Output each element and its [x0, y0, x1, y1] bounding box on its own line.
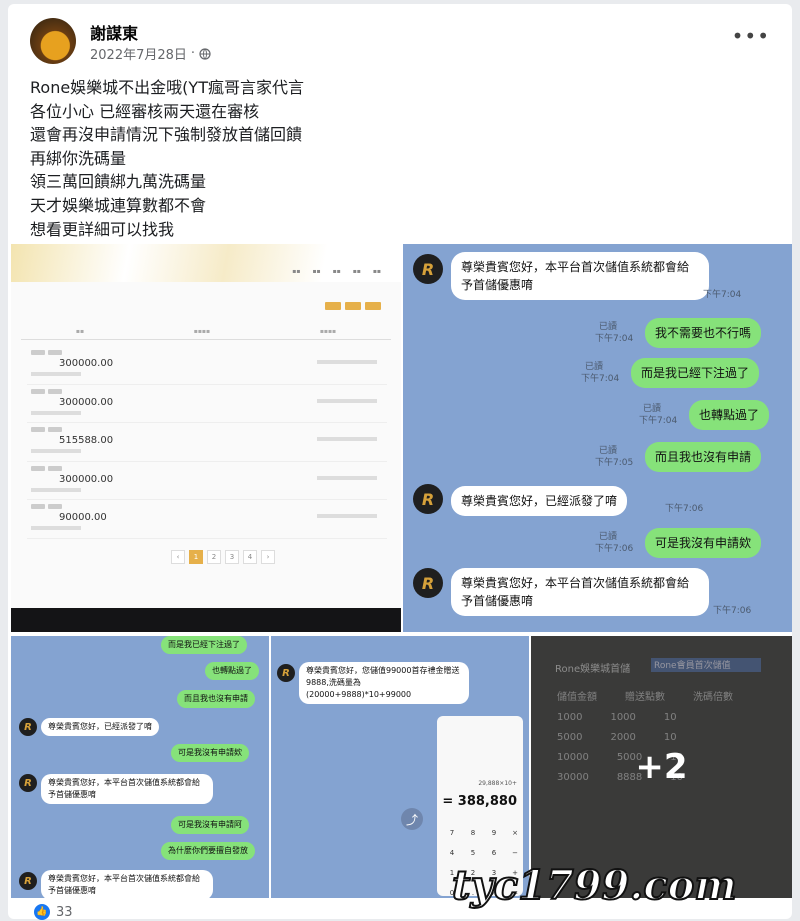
calc-key: − — [512, 849, 518, 857]
chat-time: 下午7:05 — [595, 458, 634, 468]
reaction-count: 33 — [56, 904, 73, 920]
chat-time: 下午7:04 — [595, 334, 634, 344]
table-row: 515588.00 — [27, 423, 387, 462]
records-table: 300000.00 300000.00 515588.00 300000.00 … — [27, 346, 387, 539]
chat-time: 下午7:06 — [665, 504, 704, 514]
post-meta: 2022年7月28日 · — [90, 44, 211, 63]
record-amount: 300000.00 — [59, 473, 114, 485]
chat-read: 已讀 — [599, 322, 618, 332]
calc-key: 4 — [449, 849, 455, 857]
page-2[interactable]: 2 — [207, 550, 221, 564]
bot-avatar: R — [277, 664, 295, 682]
calc-key: 9 — [491, 829, 497, 837]
record-amount: 515588.00 — [59, 435, 114, 446]
bot-avatar: R — [19, 872, 37, 890]
photo-promo-table[interactable]: Rone娛樂城首儲 Rone會員首次儲值 儲值金額 贈送點數 洗碼倍數 1000 10… — [531, 636, 792, 898]
table-row: 90000.00 — [27, 500, 387, 539]
photo-calculation[interactable]: R 尊榮貴賓您好，您儲值99000首存禮金贈送9888,洗碼量為(20000+9… — [271, 636, 529, 898]
photo-chat-2[interactable]: 而是我已經下注過了 也轉點過了 而且我也沒有申請 R 尊榮貴賓您好，已經派發了唷… — [11, 636, 269, 898]
post-text: Rone娛樂城不出金哦(YT瘋哥言家代言 各位小心 已經審核兩天還在審核 還會再… — [30, 78, 304, 239]
page-4[interactable]: 4 — [243, 550, 257, 564]
chat-time: 下午7:04 — [703, 290, 742, 300]
chat-time: 下午7:06 — [595, 544, 634, 554]
chat-time: 下午7:06 — [713, 606, 752, 616]
site-banner — [11, 244, 401, 282]
record-amount: 300000.00 — [59, 396, 114, 408]
page-next[interactable]: › — [261, 550, 275, 564]
chat-bubble-me: 可是我沒有申請欸 — [171, 744, 249, 762]
author-name[interactable]: 謝謀東 — [90, 20, 138, 44]
pagination: ‹ 1 2 3 4 › — [171, 550, 275, 564]
chat-bubble-bot: 尊榮貴賓您好，本平台首次儲值系統都會給予首儲優惠唷 — [41, 774, 213, 804]
chat-read: 已讀 — [585, 362, 604, 372]
chat-bubble-me: 而且我也沒有申請 — [177, 690, 255, 708]
page-prev[interactable]: ‹ — [171, 550, 185, 564]
reaction-summary[interactable]: 👍 33 — [34, 904, 73, 920]
table-row: 300000.00 — [27, 346, 387, 385]
share-icon[interactable]: ⤴ — [401, 808, 423, 830]
watermark-logo: tyc1799.com — [451, 861, 738, 910]
chat-read: 已讀 — [599, 532, 618, 542]
post-date[interactable]: 2022年7月28日 — [90, 44, 187, 63]
bot-avatar: R — [19, 718, 37, 736]
calc-key: 8 — [470, 829, 476, 837]
chat-bubble-me: 也轉點過了 — [689, 400, 770, 430]
chat-bubble-bot: 尊榮貴賓您好，您儲值99000首存禮金贈送9888,洗碼量為(20000+988… — [299, 662, 469, 704]
chat-bubble-me: 而且我也沒有申請 — [645, 442, 762, 472]
chat-bubble-me: 可是我沒有申請阿 — [171, 816, 249, 834]
more-options-icon[interactable]: ••• — [732, 24, 770, 48]
site-nav: ▪▪ ▪▪ ▪▪ ▪▪ ▪▪ — [292, 268, 381, 275]
photo-chat-1[interactable]: R 尊榮貴賓您好，本平台首次儲值系統都會給予首儲優惠唷 下午7:04 已讀 下午… — [403, 244, 792, 632]
table-row: 300000.00 — [27, 385, 387, 423]
record-amount: 90000.00 — [59, 512, 107, 523]
bot-avatar: R — [413, 484, 443, 514]
chat-bubble-bot: 尊榮貴賓您好，本平台首次儲值系統都會給予首儲優惠唷 — [451, 252, 709, 300]
chat-read: 已讀 — [599, 446, 618, 456]
calc-key: 6 — [491, 849, 497, 857]
chat-bubble-bot: 尊榮貴賓您好，已經派發了唷 — [41, 718, 159, 736]
page-3[interactable]: 3 — [225, 550, 239, 564]
chat-bubble-me: 我不需要也不行嗎 — [645, 318, 762, 348]
facebook-post-card: 謝謀東 2022年7月28日 · ••• Rone娛樂城不出金哦(YT瘋哥言家代… — [8, 4, 792, 920]
calc-key: 5 — [470, 849, 476, 857]
chat-bubble-me: 可是我沒有申請欸 — [645, 528, 762, 558]
chat-bubble-bot: 尊榮貴賓您好，已經派發了唷 — [451, 486, 628, 516]
chat-bubble-me: 也轉點過了 — [205, 662, 259, 680]
calc-result: = 388,880 — [442, 794, 517, 809]
chat-time: 下午7:04 — [639, 416, 678, 426]
bot-avatar: R — [19, 774, 37, 792]
photo-bet-records[interactable]: ▪▪ ▪▪ ▪▪ ▪▪ ▪▪ ▪▪ ▪▪▪▪ ▪▪▪▪ 300000.00 300000.0… — [11, 244, 401, 632]
meta-separator: · — [190, 46, 196, 61]
bot-avatar: R — [413, 254, 443, 284]
table-row: 300000.00 — [27, 462, 387, 500]
like-icon: 👍 — [34, 904, 50, 920]
author-avatar[interactable] — [30, 18, 76, 64]
page-1[interactable]: 1 — [189, 550, 203, 564]
calc-key: × — [512, 829, 518, 837]
chat-bubble-me: 為什麼你們要擅自發放 — [161, 842, 255, 860]
globe-icon — [199, 47, 211, 60]
calc-expression: 29,888×10+ — [478, 780, 517, 787]
chat-read: 已讀 — [643, 404, 662, 414]
site-buttons — [325, 302, 381, 310]
record-amount: 300000.00 — [59, 358, 114, 369]
chat-bubble-me: 而是我已經下注過了 — [161, 636, 247, 654]
chat-time: 下午7:04 — [581, 374, 620, 384]
chat-bubble-bot: 尊榮貴賓您好，本平台首次儲值系統都會給予首儲優惠唷 — [451, 568, 709, 616]
site-footer — [11, 608, 401, 632]
table-header: ▪▪ ▪▪▪▪ ▪▪▪▪ — [21, 324, 391, 340]
more-photos-overlay[interactable]: +2 — [531, 636, 792, 898]
chat-bubble-bot: 尊榮貴賓您好，本平台首次儲值系統都會給予首儲優惠唷 — [41, 870, 213, 898]
bot-avatar: R — [413, 568, 443, 598]
chat-bubble-me: 而是我已經下注過了 — [631, 358, 760, 388]
calc-key: 7 — [449, 829, 455, 837]
